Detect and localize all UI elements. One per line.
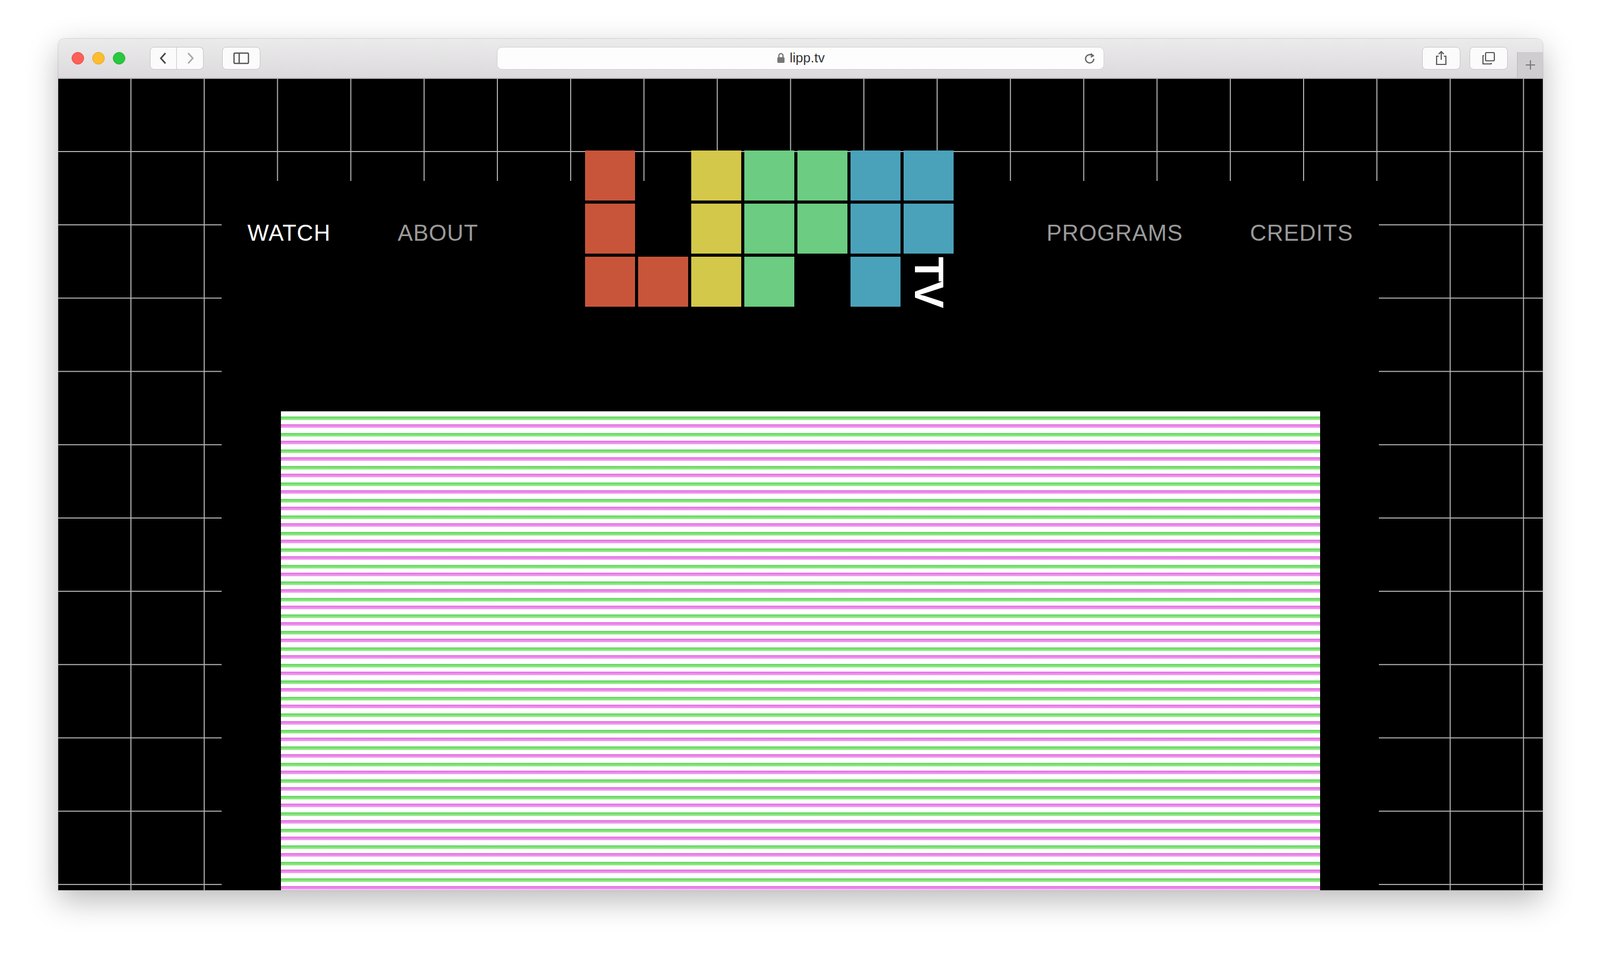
toolbar-right: [1104, 38, 1543, 78]
reload-icon[interactable]: [1082, 52, 1097, 66]
site-panel: WATCH ABOUT TV PROGRAMS CREDITS: [221, 180, 1379, 891]
address-bar[interactable]: lipp.tv: [496, 46, 1105, 70]
logo-block: [797, 256, 848, 307]
tabs-button[interactable]: [1469, 46, 1508, 70]
forward-button[interactable]: [176, 46, 204, 70]
share-icon: [1435, 50, 1448, 66]
logo-block: [744, 203, 795, 254]
logo-block: [638, 203, 689, 254]
nav-link[interactable]: WATCH: [247, 219, 331, 247]
logo-block: [585, 203, 636, 254]
logo-block: [903, 150, 954, 201]
logo-block: [691, 203, 742, 254]
desktop: lipp.tv WATCHABOUT TV PROGR: [0, 0, 1600, 891]
back-icon: [158, 51, 169, 65]
site-header: WATCH ABOUT TV PROGRAMS CREDITS: [221, 180, 1379, 307]
minimize-button[interactable]: [92, 52, 105, 65]
web-content: WATCH ABOUT TV PROGRAMS CREDITS: [58, 78, 1543, 891]
url-text: lipp.tv: [789, 49, 825, 68]
logo-block: [744, 256, 795, 307]
logo-block: [797, 203, 848, 254]
nav-link[interactable]: PROGRAMS: [1046, 219, 1183, 247]
nav-link[interactable]: CREDITS: [1250, 219, 1354, 247]
toolbar: lipp.tv: [58, 38, 1543, 79]
logo-block: [903, 203, 954, 254]
toolbar-left: [58, 46, 497, 70]
logo-block: TV: [903, 256, 954, 307]
logo-block: [638, 150, 689, 201]
logo-block: [850, 150, 901, 201]
logo-block: [850, 256, 901, 307]
logo-block: [691, 256, 742, 307]
new-tab-button[interactable]: [1517, 52, 1543, 78]
share-button[interactable]: [1422, 46, 1461, 70]
logo-block: [585, 256, 636, 307]
logo-block: [744, 150, 795, 201]
logo-block: [638, 256, 689, 307]
forward-icon: [185, 51, 195, 65]
sidebar-button[interactable]: [222, 46, 261, 70]
zoom-button[interactable]: [112, 52, 126, 65]
close-button[interactable]: [71, 52, 85, 65]
logo-block: [797, 150, 848, 201]
site-logo[interactable]: TV: [585, 150, 954, 307]
nav-link[interactable]: ABOUT: [397, 219, 479, 247]
logo-text: TV: [908, 256, 950, 307]
nav-left: WATCH ABOUT: [247, 219, 586, 247]
browser-window: lipp.tv WATCHABOUT TV PROGR: [58, 38, 1543, 891]
lock-icon: [776, 52, 786, 64]
plus-icon: [1524, 58, 1537, 72]
back-button[interactable]: [150, 46, 177, 70]
logo-block: [850, 203, 901, 254]
sidebar-icon: [232, 52, 250, 65]
logo-block: [585, 150, 636, 201]
nav-right: PROGRAMS CREDITS: [1015, 219, 1354, 247]
video-player[interactable]: [280, 411, 1321, 891]
history-buttons: [150, 46, 204, 70]
logo-block: [691, 150, 742, 201]
tabs-icon: [1481, 51, 1496, 65]
